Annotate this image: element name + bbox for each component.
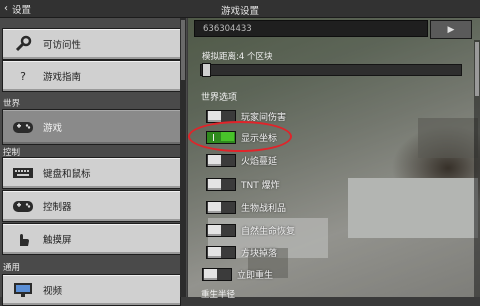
natural-regeneration-toggle[interactable] <box>206 223 236 237</box>
scrollbar-thumb[interactable] <box>475 42 479 96</box>
option-label: 立即重生 <box>237 270 274 281</box>
sidebar-item-label: 控制器 <box>43 202 72 213</box>
sidebar-item-video[interactable]: 视频 <box>2 274 181 306</box>
monitor-icon <box>3 282 43 298</box>
world-options-heading: 世界选项 <box>201 93 238 103</box>
slider-knob[interactable] <box>202 63 211 77</box>
option-label: 方块掉落 <box>241 248 278 259</box>
option-label: 生物战利品 <box>241 203 287 214</box>
wrench-icon <box>3 35 43 53</box>
sidebar-item-touch[interactable]: 触摸屏 <box>2 223 181 255</box>
annotation-highlight-circle <box>188 121 292 152</box>
option-immediate-respawn: 立即重生 <box>202 267 273 281</box>
sidebar-item-label: 游戏指南 <box>43 72 82 83</box>
simulation-distance-slider[interactable] <box>200 63 462 77</box>
sidebar-item-label: 键盘和鼠标 <box>43 169 91 180</box>
option-mob-loot: 生物战利品 <box>206 200 286 214</box>
page-title: 游戏设置 <box>220 6 259 17</box>
tnt-explodes-toggle[interactable] <box>206 177 236 191</box>
top-bar: ‹ 设置 游戏设置 <box>0 0 480 18</box>
tile-drops-toggle[interactable] <box>206 245 236 259</box>
gamepad-icon <box>3 198 43 214</box>
scrollbar-thumb[interactable] <box>181 20 185 80</box>
sidebar-item-label: 游戏 <box>43 123 63 134</box>
sidebar: 可访问性 ? 游戏指南 世界 游戏 控制 键盘和鼠标 控制器 触摸屏 通用 视频 <box>0 18 187 306</box>
mob-loot-toggle[interactable] <box>206 200 236 214</box>
seed-field[interactable]: 636304433 <box>194 20 428 37</box>
settings-scrollbar[interactable] <box>474 40 480 297</box>
fire-spreads-toggle[interactable] <box>206 153 236 167</box>
immediate-respawn-toggle[interactable] <box>202 267 232 281</box>
section-header-general: 通用 <box>3 263 21 273</box>
sidebar-item-label: 可访问性 <box>43 40 82 51</box>
option-label: TNT 爆炸 <box>241 180 280 191</box>
sidebar-item-label: 视频 <box>43 286 63 297</box>
controller-icon <box>3 119 43 135</box>
sidebar-item-game[interactable]: 游戏 <box>2 109 181 145</box>
sidebar-item-how-to-play[interactable]: ? 游戏指南 <box>2 60 181 92</box>
question-icon: ? <box>20 69 26 83</box>
hand-icon <box>3 230 43 248</box>
option-label: 自然生命恢复 <box>241 226 296 237</box>
option-fire-spreads: 火焰蔓延 <box>206 153 277 167</box>
option-tnt-explodes: TNT 爆炸 <box>206 177 280 191</box>
sidebar-scrollbar[interactable] <box>180 18 186 297</box>
simulation-distance-label: 模拟距离:4 个区块 <box>202 52 273 62</box>
keyboard-icon <box>3 167 43 179</box>
option-label: 火焰蔓延 <box>241 156 278 167</box>
sidebar-item-label: 触摸屏 <box>43 235 72 246</box>
sidebar-item-controller[interactable]: 控制器 <box>2 190 181 222</box>
option-tile-drops: 方块掉落 <box>206 245 277 259</box>
respawn-radius-heading: 重生半径 <box>201 290 236 300</box>
option-natural-regeneration: 自然生命恢复 <box>206 223 295 237</box>
section-header-world: 世界 <box>3 99 21 109</box>
sidebar-item-keyboard-mouse[interactable]: 键盘和鼠标 <box>2 157 181 189</box>
seed-button[interactable]: ▶ <box>430 20 472 39</box>
sidebar-item-accessibility[interactable]: 可访问性 <box>2 28 181 60</box>
